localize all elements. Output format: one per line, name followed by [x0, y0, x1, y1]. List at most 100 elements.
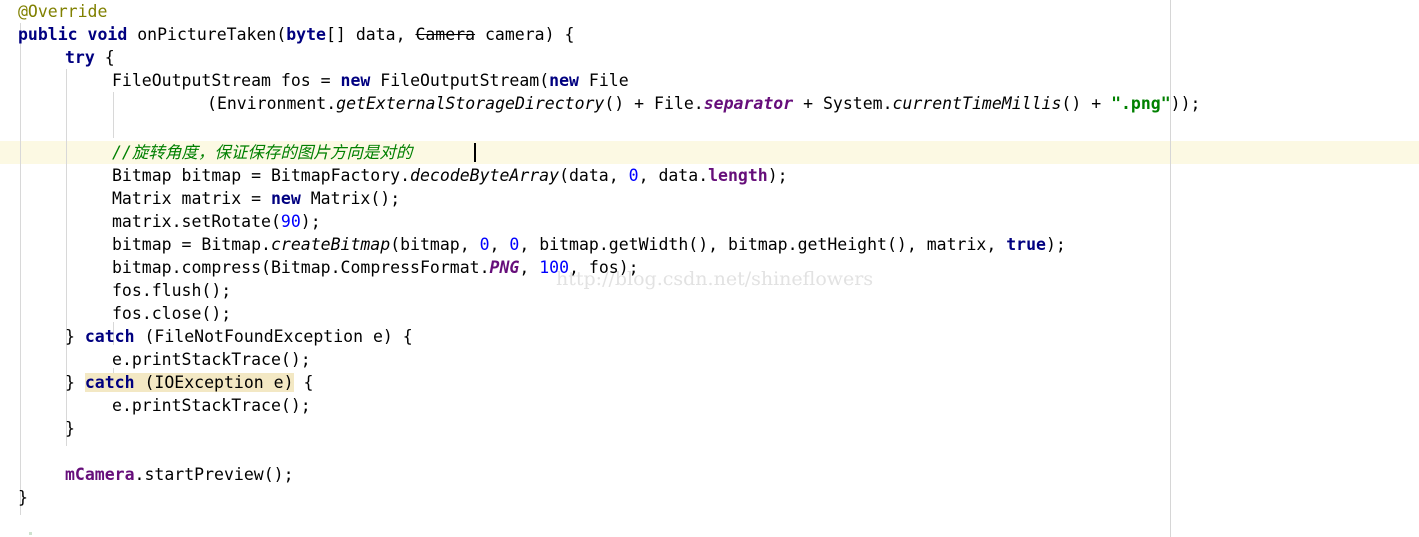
code-line-9[interactable]: Matrix matrix = new Matrix(); — [112, 187, 400, 210]
code-line-21[interactable]: mCamera.startPreview(); — [65, 463, 294, 486]
sp: . — [693, 94, 704, 113]
code-line-7[interactable]: //旋转角度，保证保存的图片方向是对的 — [112, 141, 412, 164]
sp — [579, 71, 589, 90]
method-createbitmap: createBitmap — [270, 235, 391, 254]
annotation-override: @Override — [18, 2, 108, 21]
string-png-extension: ".png" — [1111, 94, 1171, 113]
sp: + — [793, 94, 823, 113]
code-content[interactable]: @Override public void onPictureTaken(byt… — [0, 0, 1419, 537]
method-getexternalstoragedirectory: getExternalStorageDirectory — [336, 94, 605, 113]
closing-brace-try: } — [65, 419, 75, 438]
keyword-public: public — [18, 25, 78, 44]
sp: . — [121, 350, 132, 369]
sp: . — [787, 235, 798, 254]
code-line-8[interactable]: Bitmap bitmap = BitmapFactory.decodeByte… — [112, 164, 788, 187]
sp: = — [310, 71, 341, 90]
sp — [475, 25, 485, 44]
scroll-marker — [29, 532, 32, 535]
keyword-true: true — [1006, 235, 1046, 254]
arg-data-2: data — [658, 166, 699, 185]
sp: { — [293, 373, 314, 392]
keyword-try: try — [65, 48, 95, 67]
arg-data: data — [569, 166, 609, 185]
sp: . — [326, 94, 337, 113]
sp: (); — [280, 396, 311, 415]
keyword-new-2: new — [549, 71, 579, 90]
sp: . — [882, 94, 893, 113]
sp: . — [400, 166, 411, 185]
sp: = — [241, 166, 271, 185]
sp: = — [241, 189, 271, 208]
sp: ) { — [382, 327, 413, 346]
type-matrix: Matrix — [112, 189, 172, 208]
number-zero: 0 — [628, 166, 639, 185]
class-file: File — [654, 94, 694, 113]
code-line-12[interactable]: bitmap.compress(Bitmap.CompressFormat.PN… — [112, 256, 639, 279]
code-line-14[interactable]: fos.close(); — [112, 302, 231, 325]
class-bitmap: Bitmap — [201, 235, 262, 254]
const-png: PNG — [489, 258, 520, 277]
param-camera: camera — [484, 25, 545, 44]
sp: . — [141, 281, 152, 300]
code-line-1[interactable]: @Override — [18, 0, 107, 23]
sp: ( — [207, 94, 217, 113]
code-line-13[interactable]: fos.flush(); — [112, 279, 231, 302]
var-matrix: matrix — [112, 212, 172, 231]
code-line-4[interactable]: FileOutputStream fos = new FileOutputStr… — [112, 69, 629, 92]
code-line-2[interactable]: public void onPictureTaken(byte[] data, … — [18, 23, 574, 46]
var-bitmap: bitmap — [181, 166, 242, 185]
sp — [127, 25, 137, 44]
sp: (); — [263, 465, 294, 484]
sp: , — [519, 258, 540, 277]
var-bitmap: bitmap — [112, 258, 172, 277]
code-line-11[interactable]: bitmap = Bitmap.createBitmap(bitmap, 0, … — [112, 233, 1066, 256]
var-matrix: matrix — [181, 189, 242, 208]
sp — [172, 189, 182, 208]
code-line-15[interactable]: } catch (FileNotFoundException e) { — [65, 325, 413, 348]
sp: . — [141, 304, 152, 323]
code-line-18[interactable]: e.printStackTrace(); — [112, 394, 311, 417]
sp: } — [65, 327, 85, 346]
code-line-3[interactable]: try { — [65, 46, 115, 69]
selection-catch-ioexception[interactable]: catch (IOException e) — [84, 373, 294, 392]
arg-matrix: matrix — [926, 235, 987, 254]
sp: (), — [688, 235, 729, 254]
sp: . — [134, 465, 145, 484]
number-90: 90 — [280, 212, 301, 231]
sp: (); — [201, 281, 232, 300]
arg-bitmap-3: bitmap — [728, 235, 788, 254]
code-line-22[interactable]: } — [18, 486, 28, 509]
sp: { — [94, 48, 115, 67]
param-data: data — [355, 25, 396, 44]
var-bitmap: bitmap — [112, 235, 172, 254]
var-e: e — [112, 350, 122, 369]
keyword-byte: byte — [286, 25, 326, 44]
sp: () + — [1061, 94, 1112, 113]
code-line-10[interactable]: matrix.setRotate(90); — [112, 210, 321, 233]
ctor-fileoutputstream: FileOutputStream — [380, 71, 540, 90]
sp: , — [459, 235, 480, 254]
sp: ) { — [544, 25, 575, 44]
sp: (); — [201, 304, 232, 323]
sp: , — [395, 25, 416, 44]
exception-filenotfound: FileNotFoundException — [154, 327, 364, 346]
sp: . — [330, 258, 341, 277]
sp: ); — [618, 258, 639, 277]
code-line-16[interactable]: e.printStackTrace(); — [112, 348, 311, 371]
sp: , — [519, 235, 540, 254]
sp: () + — [604, 94, 655, 113]
method-compress: compress — [181, 258, 262, 277]
ctor-matrix: Matrix — [310, 189, 371, 208]
code-line-17[interactable]: } catch (IOException e) { — [65, 371, 313, 394]
sp — [363, 327, 373, 346]
method-getwidth: getWidth — [608, 235, 689, 254]
arg-bitmap: bitmap — [400, 235, 460, 254]
code-line-19[interactable]: } — [65, 417, 75, 440]
code-line-5[interactable]: (Environment.getExternalStorageDirectory… — [207, 92, 1200, 115]
code-editor[interactable]: http://blog.csdn.net/shineflowers @Overr… — [0, 0, 1419, 537]
sp: ( — [134, 327, 155, 346]
sp: (); — [280, 350, 311, 369]
sp: , — [638, 166, 659, 185]
var-fos: fos — [280, 71, 311, 90]
keyword-new-1: new — [340, 71, 371, 90]
